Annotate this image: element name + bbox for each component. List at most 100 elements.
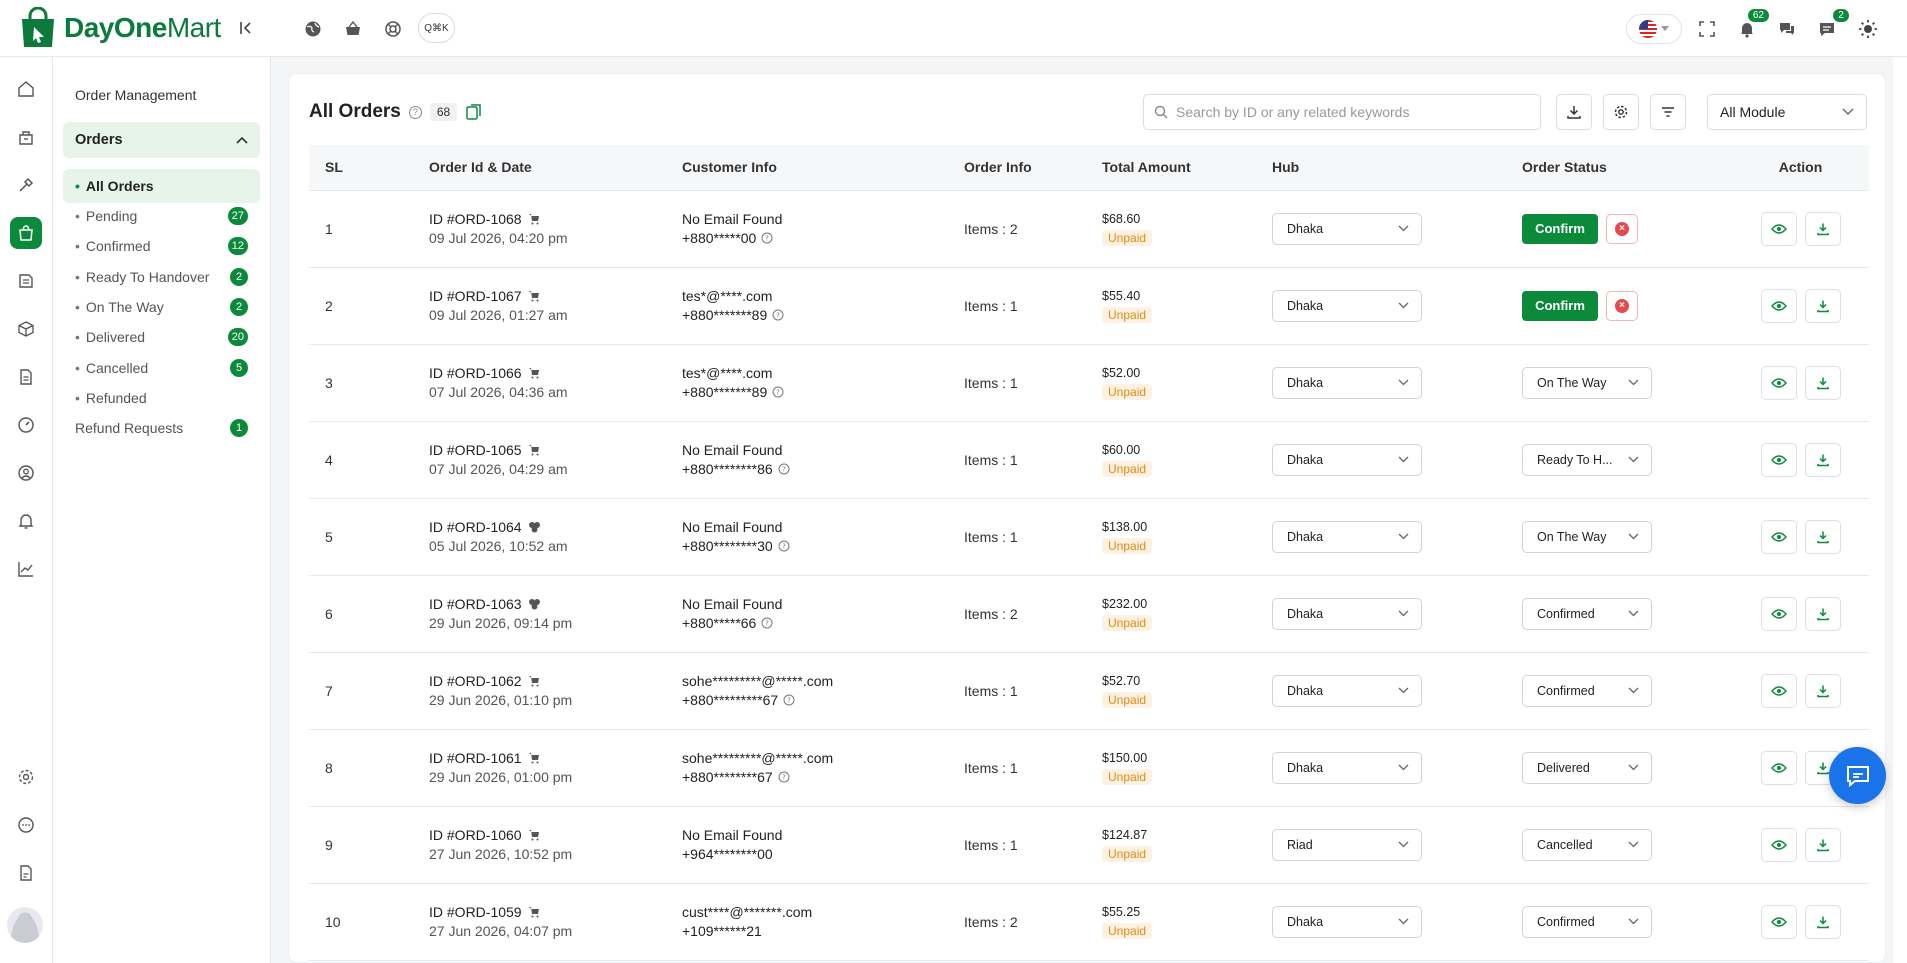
download-invoice-button[interactable] — [1804, 519, 1841, 554]
order-status-select[interactable]: On The Way — [1522, 520, 1652, 553]
order-status-select[interactable]: Cancelled — [1522, 828, 1652, 861]
info-icon[interactable]: ? — [761, 617, 773, 629]
info-icon[interactable]: ? — [783, 694, 795, 706]
rail-notifications-bell-icon[interactable] — [10, 505, 42, 537]
export-download-button[interactable] — [1556, 94, 1592, 130]
module-select[interactable]: All Module — [1707, 94, 1867, 130]
hub-select[interactable]: Dhaka — [1272, 212, 1422, 245]
confirm-order-button[interactable]: Confirm — [1522, 290, 1598, 321]
order-status-select[interactable]: Confirmed — [1522, 905, 1652, 938]
page-scrollbar[interactable] — [1893, 57, 1907, 963]
rail-store-icon[interactable] — [10, 121, 42, 153]
sidebar-item-all-orders[interactable]: All Orders — [63, 169, 260, 203]
filter-button[interactable] — [1650, 94, 1686, 130]
info-icon[interactable]: ? — [772, 309, 784, 321]
view-order-button[interactable] — [1760, 596, 1797, 631]
sidebar-item-refunded[interactable]: Refunded — [63, 381, 260, 415]
info-icon[interactable]: ? — [778, 771, 790, 783]
user-avatar[interactable] — [7, 907, 43, 943]
view-order-button[interactable] — [1760, 365, 1797, 400]
rail-home-icon[interactable] — [10, 73, 42, 105]
quick-search-button[interactable]: Q⌘K — [418, 13, 455, 43]
order-status-select[interactable]: Delivered — [1522, 751, 1652, 784]
hub-select[interactable]: Dhaka — [1272, 443, 1422, 476]
copy-list-icon[interactable] — [465, 103, 483, 121]
info-icon[interactable]: ? — [761, 232, 773, 244]
order-id[interactable]: ID #ORD-1060 — [429, 827, 522, 843]
view-order-button[interactable] — [1760, 750, 1797, 785]
help-question-icon[interactable]: ? — [408, 105, 422, 119]
order-id[interactable]: ID #ORD-1068 — [429, 211, 522, 227]
rail-settings-gear-icon[interactable] — [10, 761, 42, 793]
view-order-button[interactable] — [1760, 827, 1797, 862]
language-selector[interactable] — [1626, 14, 1682, 44]
order-id[interactable]: ID #ORD-1065 — [429, 442, 522, 458]
hub-select[interactable]: Dhaka — [1272, 674, 1422, 707]
download-invoice-button[interactable] — [1804, 673, 1841, 708]
hub-select[interactable]: Dhaka — [1272, 905, 1422, 938]
rail-reports-document-icon[interactable] — [10, 361, 42, 393]
collapse-sidebar-icon[interactable] — [236, 18, 256, 38]
globe-icon[interactable] — [301, 17, 325, 41]
sidebar-item-delivered[interactable]: Delivered 20 — [63, 320, 260, 354]
order-id[interactable]: ID #ORD-1064 — [429, 519, 522, 535]
support-icon[interactable] — [381, 17, 405, 41]
hub-select[interactable]: Riad — [1272, 828, 1422, 861]
download-invoice-button[interactable] — [1804, 211, 1841, 246]
info-icon[interactable]: ? — [772, 386, 784, 398]
view-order-button[interactable] — [1760, 442, 1797, 477]
brand-logo[interactable]: DayOneMart — [18, 6, 221, 49]
hub-select[interactable]: Dhaka — [1272, 289, 1422, 322]
order-id[interactable]: ID #ORD-1062 — [429, 673, 522, 689]
rail-analytics-chart-icon[interactable] — [10, 553, 42, 585]
order-id[interactable]: ID #ORD-1063 — [429, 596, 522, 612]
shop-basket-icon[interactable] — [341, 17, 365, 41]
info-icon[interactable]: ? — [778, 540, 790, 552]
sidebar-item-on-the-way[interactable]: On The Way 2 — [63, 290, 260, 324]
sidebar-item-ready-to-handover[interactable]: Ready To Handover 2 — [63, 260, 260, 294]
order-id[interactable]: ID #ORD-1067 — [429, 288, 522, 304]
order-status-select[interactable]: Confirmed — [1522, 674, 1652, 707]
sidebar-item-cancelled[interactable]: Cancelled 5 — [63, 351, 260, 385]
column-settings-button[interactable] — [1603, 94, 1639, 130]
sidebar-item-confirmed[interactable]: Confirmed 12 — [63, 229, 260, 263]
rail-pages-icon[interactable] — [10, 857, 42, 889]
rail-users-icon[interactable] — [10, 457, 42, 489]
order-id[interactable]: ID #ORD-1066 — [429, 365, 522, 381]
hub-select[interactable]: Dhaka — [1272, 751, 1422, 784]
theme-toggle-sun-icon[interactable] — [1856, 17, 1880, 41]
sidebar-group-orders[interactable]: Orders — [63, 122, 260, 158]
rail-orders-bag-icon[interactable] — [10, 217, 42, 249]
view-order-button[interactable] — [1760, 211, 1797, 246]
fullscreen-icon[interactable] — [1695, 17, 1719, 41]
download-invoice-button[interactable] — [1804, 442, 1841, 477]
download-invoice-button[interactable] — [1804, 827, 1841, 862]
download-invoice-button[interactable] — [1804, 596, 1841, 631]
sidebar-item-pending[interactable]: Pending 27 — [63, 199, 260, 233]
notifications-bell-icon[interactable]: 62 — [1735, 9, 1769, 41]
download-invoice-button[interactable] — [1804, 365, 1841, 400]
cancel-order-button[interactable]: × — [1606, 213, 1638, 244]
order-status-select[interactable]: Ready To H... — [1522, 443, 1652, 476]
order-id[interactable]: ID #ORD-1061 — [429, 750, 522, 766]
rail-dashboard-gauge-icon[interactable] — [10, 409, 42, 441]
messages-icon[interactable]: 2 — [1815, 9, 1849, 41]
hub-select[interactable]: Dhaka — [1272, 366, 1422, 399]
info-icon[interactable]: ? — [778, 463, 790, 475]
search-box[interactable]: Search by ID or any related keywords — [1143, 94, 1541, 130]
hub-select[interactable]: Dhaka — [1272, 597, 1422, 630]
rail-tools-icon[interactable] — [10, 169, 42, 201]
rail-catalog-icon[interactable] — [10, 265, 42, 297]
order-id[interactable]: ID #ORD-1059 — [429, 904, 522, 920]
rail-products-box-icon[interactable] — [10, 313, 42, 345]
view-order-button[interactable] — [1760, 519, 1797, 554]
view-order-button[interactable] — [1760, 904, 1797, 939]
confirm-order-button[interactable]: Confirm — [1522, 213, 1598, 244]
order-status-select[interactable]: On The Way — [1522, 366, 1652, 399]
sidebar-item-refund-requests[interactable]: Refund Requests 1 — [63, 411, 260, 445]
view-order-button[interactable] — [1760, 673, 1797, 708]
cancel-order-button[interactable]: × — [1606, 290, 1638, 321]
download-invoice-button[interactable] — [1804, 288, 1841, 323]
chat-bubbles-icon[interactable] — [1775, 17, 1799, 41]
live-chat-button[interactable] — [1829, 747, 1886, 804]
